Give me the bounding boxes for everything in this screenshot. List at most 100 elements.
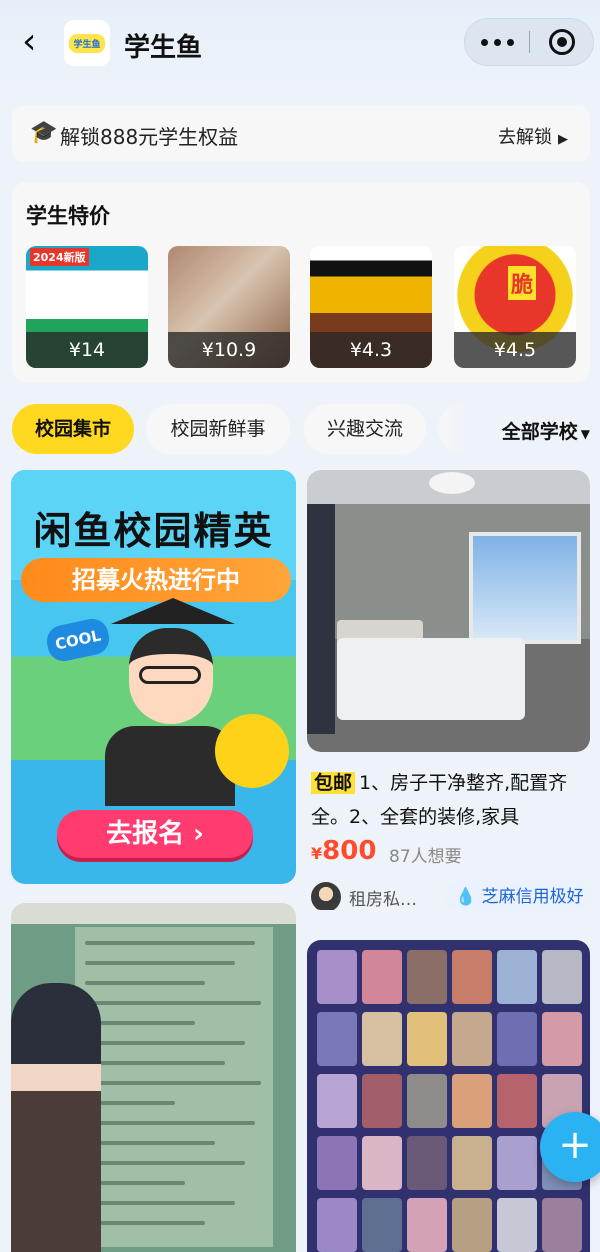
bed-illustration	[337, 638, 525, 720]
text-line	[85, 1001, 261, 1005]
character-tile	[407, 950, 447, 1004]
student-deals-title: 学生特价	[26, 204, 110, 228]
deal-price: ¥10.9	[168, 332, 290, 368]
text-line	[85, 1161, 245, 1165]
deal-item-snacks[interactable]: ¥4.3	[310, 246, 432, 368]
deal-badge: 2024新版	[30, 248, 89, 266]
character-tile	[317, 1198, 357, 1252]
price-value: 800	[322, 836, 377, 866]
seller-row[interactable]: 租房私… 💧 芝麻信用极好	[311, 882, 590, 910]
mini-program-capsule	[464, 18, 594, 66]
character-tile	[542, 1198, 582, 1252]
capsule-divider	[529, 31, 530, 53]
seller-name: 租房私…	[349, 890, 417, 910]
ceiling-lamp-illustration	[429, 472, 475, 494]
cool-bubble: COOL	[43, 615, 113, 665]
plus-icon: +	[558, 1122, 592, 1168]
unlock-benefits-bar[interactable]: 🎓 解锁888元学生权益 去解锁 ▶	[12, 106, 590, 162]
deal-price: ¥14	[26, 332, 148, 368]
character-tile	[317, 1074, 357, 1128]
character-tile	[497, 1198, 537, 1252]
category-tabs: 校园集市 校园新鲜事 兴趣交流 新 全部学校▼	[0, 404, 600, 456]
sesame-credit-icon: 💧	[455, 887, 477, 907]
character-body-illustration	[105, 726, 235, 806]
room-photo	[307, 470, 590, 752]
character-tile	[542, 950, 582, 1004]
text-line	[85, 961, 235, 965]
price-list-sheet	[75, 927, 273, 1247]
character-tile	[362, 950, 402, 1004]
character-tile	[452, 950, 492, 1004]
deal-price: ¥4.5	[454, 332, 576, 368]
triangle-right-icon: ▶	[558, 132, 568, 147]
character-tile	[452, 1012, 492, 1066]
character-tile	[497, 1012, 537, 1066]
free-shipping-tag: 包邮	[311, 772, 356, 794]
promo-ribbon: 招募火热进行中	[21, 558, 291, 602]
triangle-down-icon: ▼	[580, 427, 590, 441]
unlock-benefits-text: 解锁888元学生权益	[60, 125, 239, 149]
text-line	[85, 1081, 261, 1085]
text-line	[85, 1141, 215, 1145]
price-symbol: ¥	[311, 844, 323, 863]
deal-item-chips[interactable]: 脆 ¥4.5	[454, 246, 576, 368]
graduation-cap-illustration	[111, 598, 235, 624]
character-tile	[317, 1136, 357, 1190]
school-filter-label: 全部学校	[501, 421, 578, 443]
text-line	[85, 1041, 245, 1045]
want-count: 87人想要	[389, 847, 462, 867]
unlock-cta-label: 去解锁	[498, 127, 552, 148]
character-tile	[362, 1136, 402, 1190]
curtain-illustration	[307, 504, 335, 734]
room-listing-card[interactable]: 包邮 1、房子干净整齐,配置齐全。2、全套的装修,家具 ¥800 87人想要 租房…	[307, 470, 590, 910]
game-account-card[interactable]	[307, 940, 590, 1252]
character-tile	[317, 950, 357, 1004]
game-character-illustration	[11, 983, 101, 1252]
deal-badge: 脆	[508, 266, 537, 300]
tab-campus-news[interactable]: 校园新鲜事	[146, 404, 290, 454]
character-tile	[407, 1198, 447, 1252]
avatar[interactable]	[311, 882, 341, 910]
text-line	[85, 1121, 255, 1125]
student-deals-section: 学生特价 2024新版 ¥14 ¥10.9 ¥4.3 脆 ¥4.5	[12, 182, 590, 382]
text-line	[85, 941, 255, 945]
text-line	[85, 981, 205, 985]
character-tile	[362, 1012, 402, 1066]
character-tile	[362, 1198, 402, 1252]
deal-item-medical-books[interactable]: 2024新版 ¥14	[26, 246, 148, 368]
tab-interest-exchange[interactable]: 兴趣交流	[304, 404, 426, 454]
character-tile	[452, 1198, 492, 1252]
text-line	[85, 1221, 205, 1225]
app-logo: 学生鱼	[64, 20, 110, 66]
target-close-icon[interactable]	[549, 29, 575, 55]
character-tile	[407, 1012, 447, 1066]
character-tile	[407, 1074, 447, 1128]
unlock-cta-link[interactable]: 去解锁 ▶	[498, 123, 568, 149]
yellow-chick-mascot	[215, 714, 289, 788]
back-chevron-icon[interactable]: ‹	[22, 22, 56, 62]
character-tile	[407, 1136, 447, 1190]
graduation-cap-icon: 🎓	[30, 120, 58, 145]
sign-up-button[interactable]: 去报名 ›	[57, 810, 253, 858]
glasses-illustration	[139, 666, 201, 684]
app-title: 学生鱼	[124, 33, 203, 63]
campus-elite-promo-card[interactable]: 闲鱼校园精英 招募火热进行中 COOL 去报名 ›	[11, 470, 296, 884]
character-tile	[362, 1074, 402, 1128]
school-filter-dropdown[interactable]: 全部学校 ▼	[502, 417, 590, 444]
character-tile	[317, 1012, 357, 1066]
text-line	[85, 1021, 195, 1025]
game-price-list-card[interactable]	[11, 903, 296, 1252]
character-tile	[452, 1074, 492, 1128]
promo-headline: 闲鱼校园精英	[33, 509, 274, 553]
window-illustration	[469, 532, 581, 644]
character-tile	[452, 1136, 492, 1190]
listing-description: 包邮 1、房子干净整齐,配置齐全。2、全套的装修,家具	[311, 766, 587, 834]
sesame-credit-badge: 💧 芝麻信用极好	[445, 882, 590, 910]
more-dots-icon[interactable]	[465, 19, 529, 65]
character-tile	[497, 950, 537, 1004]
deal-item-supplies[interactable]: ¥10.9	[168, 246, 290, 368]
top-navigation-bar: ‹ 学生鱼 学生鱼	[0, 0, 600, 90]
tab-campus-market[interactable]: 校园集市	[12, 404, 134, 454]
character-tile	[542, 1012, 582, 1066]
text-line	[85, 1201, 235, 1205]
